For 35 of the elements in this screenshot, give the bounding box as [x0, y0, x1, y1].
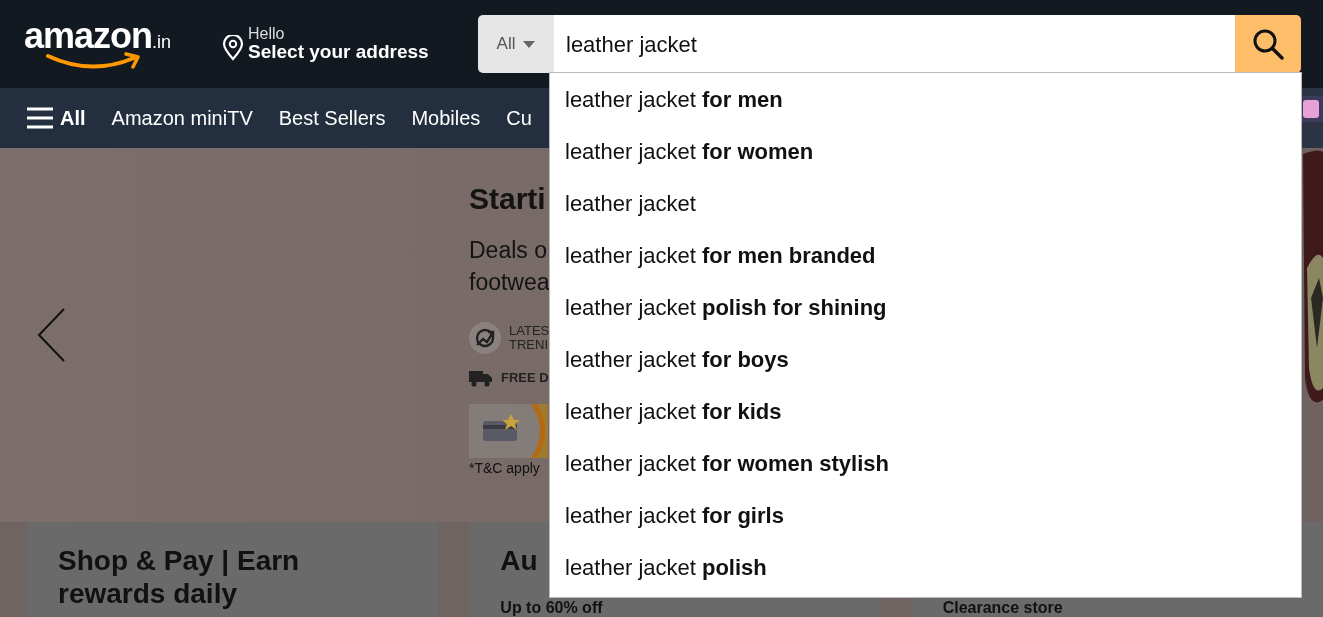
terms-note: *T&C apply: [469, 459, 541, 478]
location-pin-icon: [222, 35, 244, 62]
suggestion-item[interactable]: leather jacket for men branded: [550, 230, 1301, 282]
caret-icon: [523, 40, 536, 48]
search-icon: [1252, 28, 1284, 60]
nav-link[interactable]: Amazon miniTV: [111, 103, 253, 133]
all-menu-button[interactable]: All: [26, 103, 86, 133]
truck-icon: [469, 368, 493, 388]
suggestion-item[interactable]: leather jacket for girls: [550, 490, 1301, 542]
suggestion-item[interactable]: leather jacket for women: [550, 126, 1301, 178]
suggestion-item[interactable]: leather jacket polish for shining: [550, 282, 1301, 334]
card-title: Up to 60% off: [500, 599, 603, 617]
banner-text: Deals o footwea: [469, 236, 550, 297]
nav-link[interactable]: Mobiles: [411, 103, 481, 133]
menu-icon: [26, 107, 54, 129]
suggestion-item[interactable]: leather jacket for boys: [550, 334, 1301, 386]
select-address-link[interactable]: Select your address: [248, 42, 429, 64]
card-title: Shop & Pay | Earn rewards daily: [58, 544, 300, 610]
banner-heading: Starti: [469, 184, 547, 214]
nav-link[interactable]: Cu: [506, 103, 532, 133]
card-title: Au: [500, 544, 538, 577]
logo[interactable]: amazon.in: [24, 18, 194, 70]
suggestion-item[interactable]: leather jacket: [550, 178, 1301, 230]
feature-label: FREE D: [501, 370, 549, 386]
category-dropdown[interactable]: All: [478, 15, 554, 73]
search-field[interactable]: leather jacket: [554, 15, 1235, 73]
address-greeting: Hello: [248, 24, 286, 43]
card-title: Clearance store: [942, 599, 1063, 617]
nav-link[interactable]: Best Sellers: [278, 103, 386, 133]
suggestion-item[interactable]: leather jacket for women stylish: [550, 438, 1301, 490]
feature-label: LATES TRENI: [509, 323, 550, 353]
search-button[interactable]: [1235, 15, 1301, 73]
suggestion-item[interactable]: leather jacket for men: [550, 74, 1301, 126]
suggestion-item[interactable]: leather jacket for kids: [550, 386, 1301, 438]
suggestion-item[interactable]: leather jacket polish: [550, 542, 1301, 594]
